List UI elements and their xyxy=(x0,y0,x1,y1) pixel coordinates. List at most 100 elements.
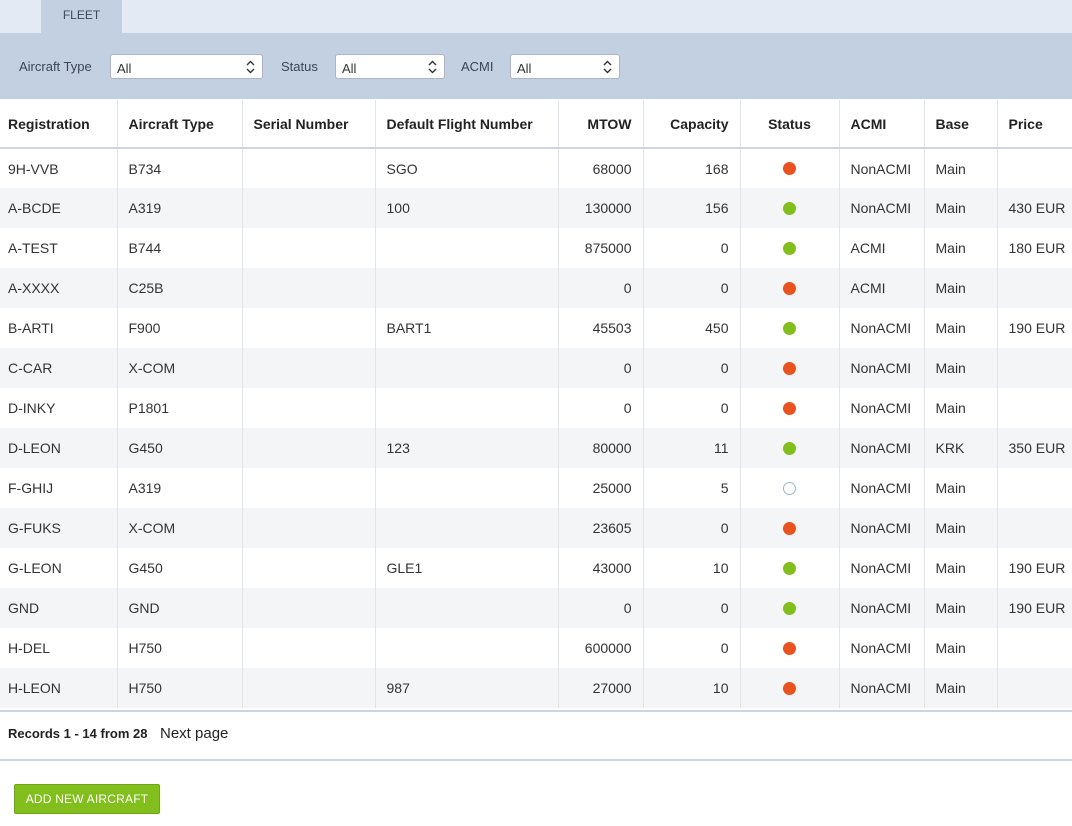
select-arrows-icon xyxy=(603,60,612,74)
cell-serial-number xyxy=(242,668,376,708)
column-header-serial-number[interactable]: Serial Number xyxy=(242,100,376,149)
cell-price: 430 EUR xyxy=(997,188,1072,228)
cell-aircraft-type: B744 xyxy=(117,228,243,268)
cell-serial-number xyxy=(242,428,376,468)
table-row[interactable]: C-CAR X-COM 0 0 NonACMI Main xyxy=(0,348,1072,388)
cell-default-flight-number xyxy=(375,588,559,628)
cell-registration: H-DEL xyxy=(0,628,118,668)
cell-aircraft-type: A319 xyxy=(117,468,243,508)
next-page-link[interactable]: Next page xyxy=(160,725,228,742)
aircraft-type-select[interactable]: All xyxy=(110,54,263,79)
cell-serial-number xyxy=(242,348,376,388)
cell-mtow: 27000 xyxy=(558,668,644,708)
acmi-select-value: All xyxy=(517,61,532,76)
status-select[interactable]: All xyxy=(335,54,445,79)
cell-price: 350 EUR xyxy=(997,428,1072,468)
column-header-base[interactable]: Base xyxy=(924,100,998,149)
column-header-price[interactable]: Price xyxy=(997,100,1072,149)
cell-status xyxy=(740,388,840,428)
cell-price xyxy=(997,668,1072,708)
table-row[interactable]: G-LEON G450 GLE1 43000 10 NonACMI Main 190 EUR xyxy=(0,548,1072,588)
cell-registration: F-GHIJ xyxy=(0,468,118,508)
cell-status xyxy=(740,268,840,308)
add-new-aircraft-button[interactable]: ADD NEW AIRCRAFT xyxy=(14,784,160,814)
cell-aircraft-type: X-COM xyxy=(117,348,243,388)
select-arrows-icon xyxy=(428,60,437,74)
cell-status xyxy=(740,348,840,388)
cell-mtow: 875000 xyxy=(558,228,644,268)
cell-price xyxy=(997,268,1072,308)
column-header-status[interactable]: Status xyxy=(740,100,840,149)
pagination-bar: Records 1 - 14 from 28 Next page xyxy=(0,710,1072,761)
cell-serial-number xyxy=(242,188,376,228)
cell-base: Main xyxy=(924,308,998,348)
fleet-table: Registration Aircraft Type Serial Number… xyxy=(0,100,1072,708)
table-row[interactable]: D-INKY P1801 0 0 NonACMI Main xyxy=(0,388,1072,428)
column-header-mtow[interactable]: MTOW xyxy=(558,100,644,149)
cell-registration: D-INKY xyxy=(0,388,118,428)
column-header-capacity[interactable]: Capacity xyxy=(643,100,741,149)
status-green-dot-icon xyxy=(783,441,796,455)
cell-capacity: 5 xyxy=(643,468,741,508)
cell-default-flight-number xyxy=(375,268,559,308)
cell-capacity: 0 xyxy=(643,388,741,428)
cell-serial-number xyxy=(242,548,376,588)
column-header-aircraft-type[interactable]: Aircraft Type xyxy=(117,100,243,149)
table-row[interactable]: B-ARTI F900 BART1 45503 450 NonACMI Main 190 EU… xyxy=(0,308,1072,348)
cell-price xyxy=(997,148,1072,188)
cell-base: Main xyxy=(924,588,998,628)
aircraft-type-filter-label: Aircraft Type xyxy=(19,59,92,74)
cell-status xyxy=(740,308,840,348)
table-row[interactable]: GND GND 0 0 NonACMI Main 190 EUR xyxy=(0,588,1072,628)
cell-status xyxy=(740,508,840,548)
cell-registration: 9H-VVB xyxy=(0,148,118,188)
cell-base: Main xyxy=(924,228,998,268)
cell-status xyxy=(740,588,840,628)
status-red-dot-icon xyxy=(783,162,796,176)
cell-acmi: NonACMI xyxy=(839,628,925,668)
column-header-default-flight-number[interactable]: Default Flight Number xyxy=(375,100,559,149)
cell-default-flight-number: 987 xyxy=(375,668,559,708)
cell-mtow: 80000 xyxy=(558,428,644,468)
column-header-registration[interactable]: Registration xyxy=(0,100,118,149)
cell-acmi: NonACMI xyxy=(839,508,925,548)
status-red-dot-icon xyxy=(783,681,796,695)
cell-serial-number xyxy=(242,228,376,268)
tab-fleet[interactable]: FLEET xyxy=(41,0,122,33)
column-header-acmi[interactable]: ACMI xyxy=(839,100,925,149)
cell-mtow: 0 xyxy=(558,268,644,308)
table-row[interactable]: D-LEON G450 123 80000 11 NonACMI KRK 350 EUR xyxy=(0,428,1072,468)
cell-base: Main xyxy=(924,268,998,308)
cell-acmi: NonACMI xyxy=(839,668,925,708)
table-row[interactable]: 9H-VVB B734 SGO 68000 168 NonACMI Main xyxy=(0,148,1072,188)
status-green-dot-icon xyxy=(783,601,796,615)
cell-registration: GND xyxy=(0,588,118,628)
cell-base: Main xyxy=(924,468,998,508)
status-empty-dot-icon xyxy=(783,481,796,495)
cell-capacity: 0 xyxy=(643,588,741,628)
cell-mtow: 0 xyxy=(558,588,644,628)
acmi-select[interactable]: All xyxy=(510,54,620,79)
table-row[interactable]: G-FUKS X-COM 23605 0 NonACMI Main xyxy=(0,508,1072,548)
cell-capacity: 450 xyxy=(643,308,741,348)
table-row[interactable]: F-GHIJ A319 25000 5 NonACMI Main xyxy=(0,468,1072,508)
table-row[interactable]: A-TEST B744 875000 0 ACMI Main 180 EUR xyxy=(0,228,1072,268)
cell-aircraft-type: H750 xyxy=(117,668,243,708)
status-green-dot-icon xyxy=(783,241,796,255)
table-row[interactable]: H-LEON H750 987 27000 10 NonACMI Main xyxy=(0,668,1072,708)
cell-registration: G-FUKS xyxy=(0,508,118,548)
cell-aircraft-type: F900 xyxy=(117,308,243,348)
cell-capacity: 10 xyxy=(643,548,741,588)
cell-base: Main xyxy=(924,148,998,188)
cell-acmi: NonACMI xyxy=(839,308,925,348)
table-row[interactable]: A-XXXX C25B 0 0 ACMI Main xyxy=(0,268,1072,308)
cell-acmi: NonACMI xyxy=(839,388,925,428)
cell-default-flight-number: 123 xyxy=(375,428,559,468)
status-select-value: All xyxy=(342,61,357,76)
table-row[interactable]: A-BCDE A319 100 130000 156 NonACMI Main 430 EUR xyxy=(0,188,1072,228)
cell-serial-number xyxy=(242,468,376,508)
cell-aircraft-type: X-COM xyxy=(117,508,243,548)
status-filter-label: Status xyxy=(281,59,318,74)
table-row[interactable]: H-DEL H750 600000 0 NonACMI Main xyxy=(0,628,1072,668)
cell-mtow: 0 xyxy=(558,348,644,388)
